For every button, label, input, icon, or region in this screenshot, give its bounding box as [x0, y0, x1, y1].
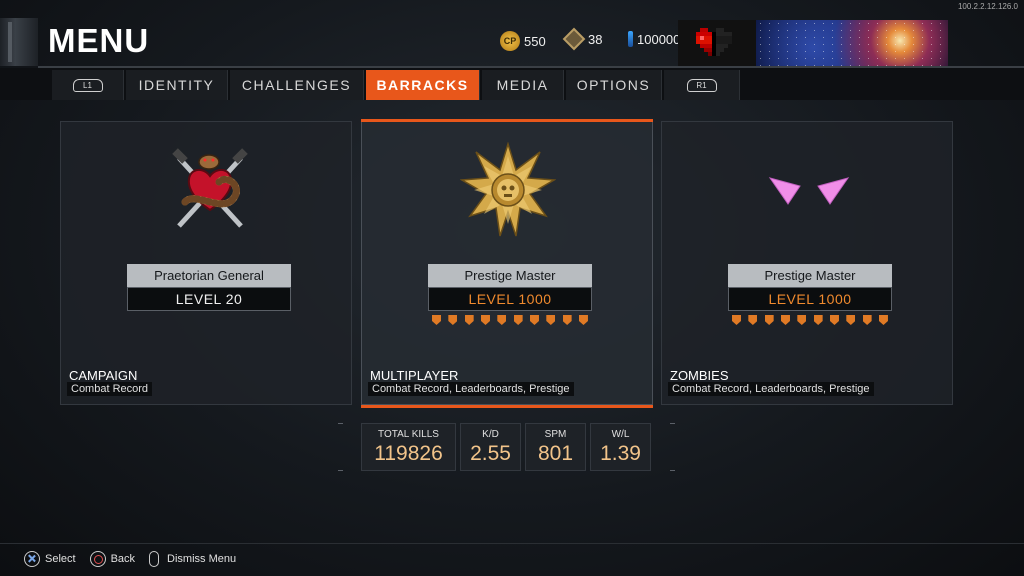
stat-value: 119826 — [374, 442, 443, 465]
r1-bumper-icon: R1 — [686, 78, 717, 92]
prestige-pip-icon — [846, 315, 856, 325]
prestige-pip-icon — [748, 315, 758, 325]
footer-divider — [0, 543, 1024, 544]
prestige-pip-icon — [732, 315, 741, 325]
prestige-pip-icon — [829, 315, 839, 325]
prestige-pip-icon — [432, 315, 441, 325]
vial-icon — [628, 31, 633, 47]
prestige-pip-icon — [797, 315, 807, 325]
stat-label: W/L — [611, 429, 630, 440]
rank-level: LEVEL 20 — [127, 287, 291, 311]
rank-level: LEVEL 1000 — [428, 287, 592, 311]
tab-identity[interactable]: IDENTITY — [126, 70, 228, 100]
stat-spm: SPM 801 — [525, 423, 586, 471]
selection-top-bar — [361, 119, 653, 122]
prestige-pip-icon — [480, 315, 490, 325]
page-title: MENU — [48, 22, 150, 59]
rank-level: LEVEL 1000 — [728, 287, 892, 311]
cryptokey-value: 38 — [588, 31, 603, 47]
vial-value: 100000 — [637, 31, 681, 47]
card-campaign[interactable]: Praetorian General LEVEL 20 CAMPAIGN Com… — [60, 121, 352, 405]
prestige-pip-icon — [878, 315, 888, 325]
touchpad-button-icon — [149, 551, 160, 567]
dismiss-menu-prompt[interactable]: Dismiss Menu — [167, 553, 236, 565]
card-subtitle: Combat Record, Leaderboards, Prestige — [668, 382, 874, 396]
calling-card — [756, 20, 948, 66]
frame-mark — [338, 423, 343, 424]
tab-options[interactable]: OPTIONS — [566, 70, 662, 100]
stat-label: TOTAL KILLS — [378, 429, 439, 440]
prestige-pip-icon — [780, 315, 790, 325]
stat-label: K/D — [482, 429, 499, 440]
tab-barracks[interactable]: BARRACKS — [366, 70, 480, 100]
frame-mark — [338, 470, 343, 471]
l1-bumper-icon: L1 — [72, 78, 103, 92]
card-zombies[interactable]: Prestige Master LEVEL 1000 ZOMBIES Comba… — [661, 121, 953, 405]
card-title: ZOMBIES — [670, 368, 729, 383]
currency-cp: CP 550 — [500, 31, 546, 51]
stat-label: SPM — [544, 429, 567, 440]
prestige-pip-icon — [529, 315, 539, 325]
cp-value: 550 — [524, 33, 546, 49]
tab-next-bumper[interactable]: R1 — [664, 70, 740, 100]
frame-mark — [670, 470, 675, 471]
currency-cryptokeys: 38 — [562, 27, 603, 51]
prestige-pip-icon — [497, 315, 507, 325]
tab-prev-bumper[interactable]: L1 — [52, 70, 124, 100]
card-title: MULTIPLAYER — [370, 368, 459, 383]
prestige-pip-icon — [546, 315, 556, 325]
prestige-pip-icon — [464, 315, 474, 325]
card-subtitle: Combat Record, Leaderboards, Prestige — [368, 382, 574, 396]
prestige-pip-icon — [764, 315, 774, 325]
tab-challenges[interactable]: CHALLENGES — [230, 70, 364, 100]
card-multiplayer[interactable]: Prestige Master LEVEL 1000 MULTIPLAYER C… — [361, 119, 653, 408]
stat-kd: K/D 2.55 — [460, 423, 521, 471]
prestige-pips — [732, 315, 888, 325]
frame-mark — [670, 423, 675, 424]
stat-value: 2.55 — [470, 442, 511, 465]
prestige-pip-icon — [578, 315, 588, 325]
rank-name: Prestige Master — [728, 264, 892, 287]
pink-eyes-icon — [768, 177, 850, 205]
prestige-pip-icon — [513, 315, 523, 325]
stat-value: 801 — [537, 442, 574, 465]
circle-button-icon — [89, 551, 106, 567]
snake-heart-daggers-icon — [172, 148, 248, 228]
footer-prompts: Select Back Dismiss Menu — [24, 551, 236, 567]
header-accent-stripe — [8, 22, 12, 62]
header: MENU CP 550 38 100000 — [0, 0, 1024, 68]
selection-bottom-bar — [361, 405, 653, 408]
cross-button-icon — [24, 551, 40, 567]
stat-value: 1.39 — [600, 442, 641, 465]
cryptokey-icon — [562, 27, 586, 51]
prestige-pip-icon — [562, 315, 572, 325]
tab-media[interactable]: MEDIA — [482, 70, 564, 100]
card-subtitle: Combat Record — [67, 382, 153, 396]
stat-wl: W/L 1.39 — [590, 423, 651, 471]
prestige-pips — [432, 315, 588, 325]
rank-name: Prestige Master — [428, 264, 592, 287]
back-prompt[interactable]: Back — [111, 553, 135, 565]
prestige-pip-icon — [448, 315, 458, 325]
card-title: CAMPAIGN — [69, 368, 138, 383]
prestige-pip-icon — [813, 315, 823, 325]
currency-vials: 100000 — [628, 31, 680, 47]
header-accent — [0, 18, 38, 66]
cp-icon: CP — [500, 31, 520, 51]
stat-total-kills: TOTAL KILLS 119826 — [361, 423, 456, 471]
prestige-pip-icon — [862, 315, 872, 325]
gold-star-skull-icon — [460, 142, 556, 237]
select-prompt[interactable]: Select — [45, 553, 76, 565]
pixel-heart-icon — [696, 28, 732, 56]
rank-name: Praetorian General — [127, 264, 291, 287]
